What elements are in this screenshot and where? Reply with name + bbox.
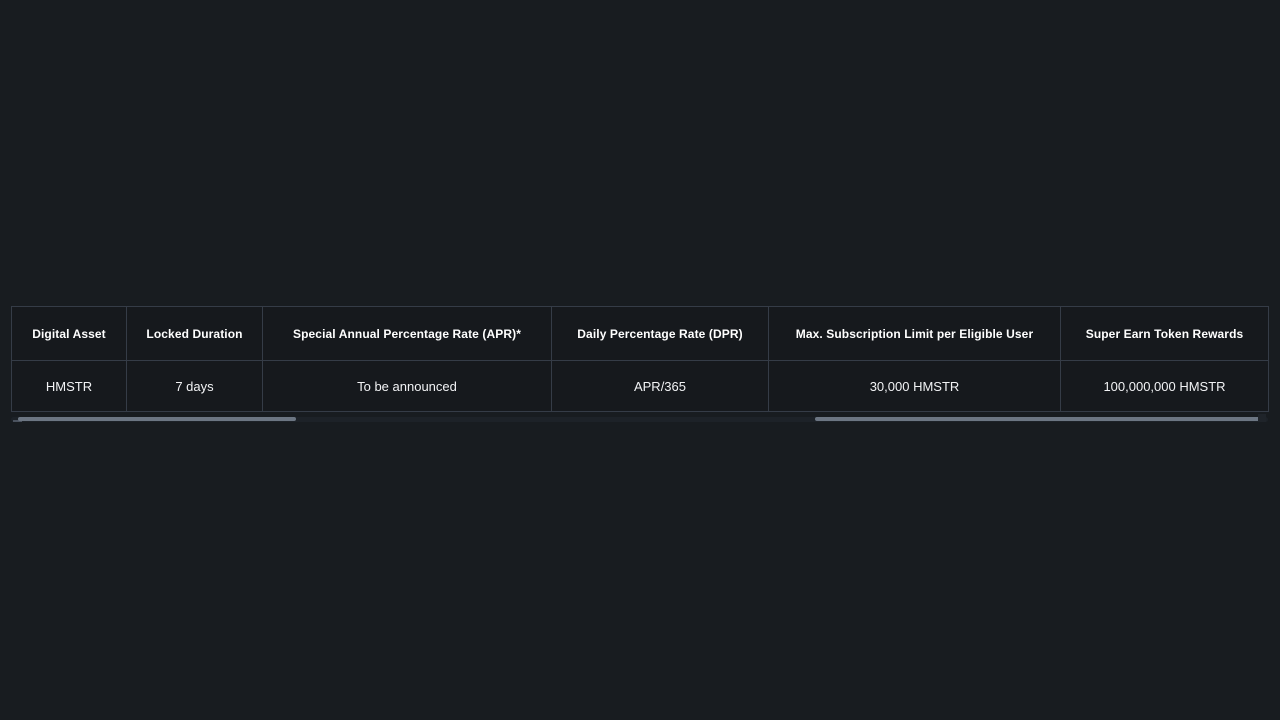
table-horizontal-scrollbar[interactable] <box>11 412 1268 426</box>
page-root: Digital Asset Locked Duration Special An… <box>0 0 1280 720</box>
scrollbar-thumb-secondary[interactable] <box>815 417 1265 421</box>
table-body: HMSTR 7 days To be announced APR/365 30,… <box>11 360 1269 412</box>
column-header-token-rewards: Super Earn Token Rewards <box>1060 306 1269 361</box>
column-header-locked-duration: Locked Duration <box>126 306 263 361</box>
cell-token-rewards: 100,000,000 HMSTR <box>1060 360 1269 412</box>
column-header-max-subscription: Max. Subscription Limit per Eligible Use… <box>768 306 1061 361</box>
table-header: Digital Asset Locked Duration Special An… <box>11 306 1269 361</box>
scrollbar-right-cap[interactable] <box>1258 414 1266 422</box>
scrollbar-thumb-primary[interactable] <box>18 417 296 421</box>
table-scroll-container[interactable]: Digital Asset Locked Duration Special An… <box>11 306 1269 412</box>
super-earn-details-table: Digital Asset Locked Duration Special An… <box>11 306 1269 412</box>
table-header-row: Digital Asset Locked Duration Special An… <box>11 306 1269 361</box>
cell-digital-asset: HMSTR <box>11 360 127 412</box>
table-row: HMSTR 7 days To be announced APR/365 30,… <box>11 360 1269 412</box>
column-header-special-apr: Special Annual Percentage Rate (APR)* <box>262 306 552 361</box>
column-header-digital-asset: Digital Asset <box>11 306 127 361</box>
cell-daily-rate: APR/365 <box>551 360 769 412</box>
column-header-daily-rate: Daily Percentage Rate (DPR) <box>551 306 769 361</box>
cell-special-apr: To be announced <box>262 360 552 412</box>
cell-max-subscription: 30,000 HMSTR <box>768 360 1061 412</box>
cell-locked-duration: 7 days <box>126 360 263 412</box>
